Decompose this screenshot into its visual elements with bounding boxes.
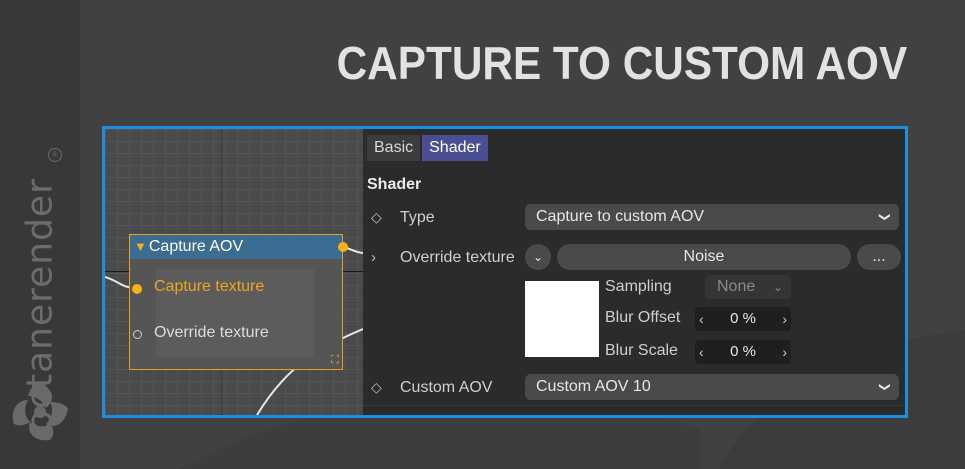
node-editor[interactable]: ▼ Capture AOV Capture texture Override te… <box>105 129 363 415</box>
chevron-down-icon: ❯ <box>878 212 891 222</box>
type-label: Type <box>400 209 435 226</box>
expand-arrow-icon[interactable]: › <box>371 249 376 266</box>
type-row: ◇ Type Capture to custom AOV ❯ <box>363 203 905 233</box>
override-texture-button[interactable]: Noise <box>557 244 851 270</box>
custom-aov-dropdown[interactable]: Custom AOV 10 ❯ <box>525 374 899 400</box>
more-options-button[interactable]: ... <box>857 244 901 270</box>
keyframe-diamond-icon[interactable]: ◇ <box>371 209 382 226</box>
section-title: Shader <box>367 176 422 193</box>
type-dropdown[interactable]: Capture to custom AOV ❯ <box>525 204 899 230</box>
output-pin[interactable] <box>338 242 348 252</box>
chevron-right-icon[interactable]: › <box>782 307 787 331</box>
octane-logo-icon <box>12 382 68 441</box>
chevron-down-icon: ⌄ <box>532 250 544 264</box>
override-texture-label: Override texture <box>400 249 515 266</box>
collapse-triangle-icon[interactable]: ▼ <box>134 239 147 254</box>
texture-preview <box>525 281 599 357</box>
screenshot-frame: ▼ Capture AOV Capture texture Override te… <box>102 126 908 418</box>
blur-scale-stepper[interactable]: ‹ 0 % › <box>695 340 791 364</box>
keyframe-diamond-icon[interactable]: ◇ <box>371 379 382 396</box>
blur-scale-value[interactable]: 0 % <box>730 343 756 360</box>
chevron-left-icon[interactable]: ‹ <box>699 307 704 331</box>
tab-basic[interactable]: Basic <box>367 135 421 161</box>
override-texture-row: › Override texture ⌄ Noise ... <box>363 243 905 273</box>
blur-offset-label: Blur Offset <box>605 309 681 326</box>
capture-texture-label: Capture texture <box>154 278 265 295</box>
tab-shader[interactable]: Shader <box>422 135 488 161</box>
registered-mark: ® <box>48 148 62 162</box>
blur-offset-value[interactable]: 0 % <box>730 310 756 327</box>
custom-aov-label: Custom AOV <box>400 379 493 396</box>
custom-aov-row: ◇ Custom AOV Custom AOV 10 ❯ <box>363 373 905 403</box>
chevron-left-icon[interactable]: ‹ <box>699 340 704 364</box>
blur-scale-label: Blur Scale <box>605 342 678 359</box>
override-texture-label: Override texture <box>154 324 269 341</box>
chevron-down-icon: ❯ <box>878 382 891 392</box>
blur-offset-stepper[interactable]: ‹ 0 % › <box>695 307 791 331</box>
divider <box>363 405 905 406</box>
sampling-dropdown[interactable]: None ⌄ <box>705 275 791 299</box>
node-title: Capture AOV <box>148 238 244 255</box>
brand-sidebar: octanerender ® <box>0 0 80 469</box>
capture-aov-node[interactable]: ▼ Capture AOV Capture texture Override te… <box>129 234 348 370</box>
node-header[interactable]: ▼ Capture AOV <box>130 235 348 259</box>
sampling-label: Sampling <box>605 278 672 295</box>
tab-bar: Basic Shader <box>367 135 488 161</box>
page-title: CAPTURE TO CUSTOM AOV <box>336 37 907 89</box>
attributes-panel: Basic Shader Shader ◇ Type Capture to cu… <box>363 129 905 415</box>
chevron-right-icon[interactable]: › <box>782 340 787 364</box>
custom-aov-value: Custom AOV 10 <box>536 378 651 395</box>
override-texture-pin[interactable] <box>133 330 142 339</box>
resize-icon[interactable]: ⛶ <box>331 355 339 366</box>
override-options-button[interactable]: ⌄ <box>525 244 551 270</box>
chevron-down-icon: ⌄ <box>772 280 783 294</box>
capture-texture-pin[interactable] <box>132 284 142 294</box>
type-value: Capture to custom AOV <box>536 208 705 225</box>
sampling-value: None <box>717 278 756 295</box>
